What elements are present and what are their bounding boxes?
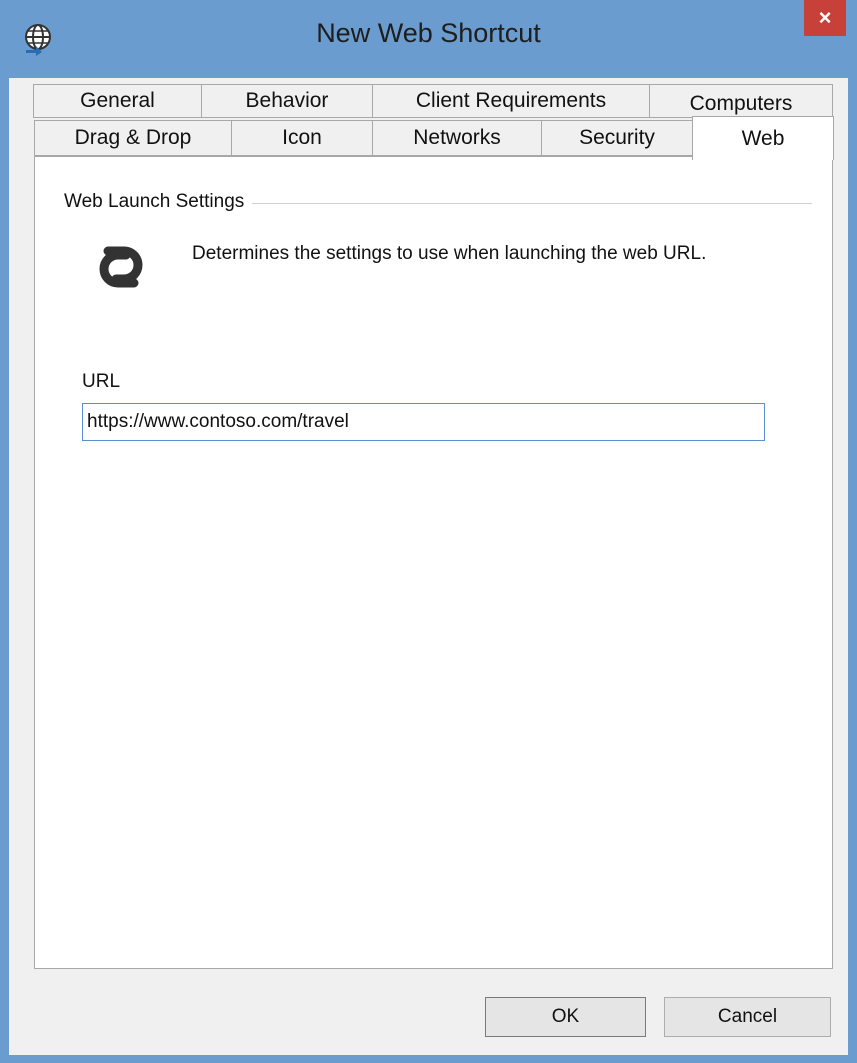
tab-networks[interactable]: Networks bbox=[372, 120, 542, 156]
cancel-button[interactable]: Cancel bbox=[664, 997, 831, 1037]
url-input[interactable] bbox=[82, 403, 765, 441]
tab-security[interactable]: Security bbox=[541, 120, 693, 156]
web-settings-description: Determines the settings to use when laun… bbox=[192, 243, 707, 264]
tab-icon[interactable]: Icon bbox=[231, 120, 373, 156]
ok-button[interactable]: OK bbox=[485, 997, 646, 1037]
title-bar[interactable]: New Web Shortcut × bbox=[0, 0, 857, 78]
close-button[interactable]: × bbox=[804, 0, 846, 36]
tab-computers[interactable]: Computers bbox=[649, 84, 833, 118]
tab-web[interactable]: Web bbox=[692, 116, 834, 160]
tab-behavior[interactable]: Behavior bbox=[201, 84, 373, 118]
window-title: New Web Shortcut bbox=[316, 18, 541, 48]
link-icon bbox=[82, 243, 160, 291]
url-label: URL bbox=[82, 371, 121, 392]
tab-drag-drop[interactable]: Drag & Drop bbox=[34, 120, 232, 156]
tab-client-requirements[interactable]: Client Requirements bbox=[372, 84, 650, 118]
group-title: Web Launch Settings bbox=[64, 191, 253, 213]
dialog-client-area: General Behavior Client Requirements Com… bbox=[9, 78, 848, 1055]
tab-general[interactable]: General bbox=[33, 84, 202, 118]
web-tab-panel: Web Launch Settings Determines the setti… bbox=[34, 156, 833, 969]
dialog-window: New Web Shortcut × General Behavior Clie… bbox=[0, 0, 857, 1063]
